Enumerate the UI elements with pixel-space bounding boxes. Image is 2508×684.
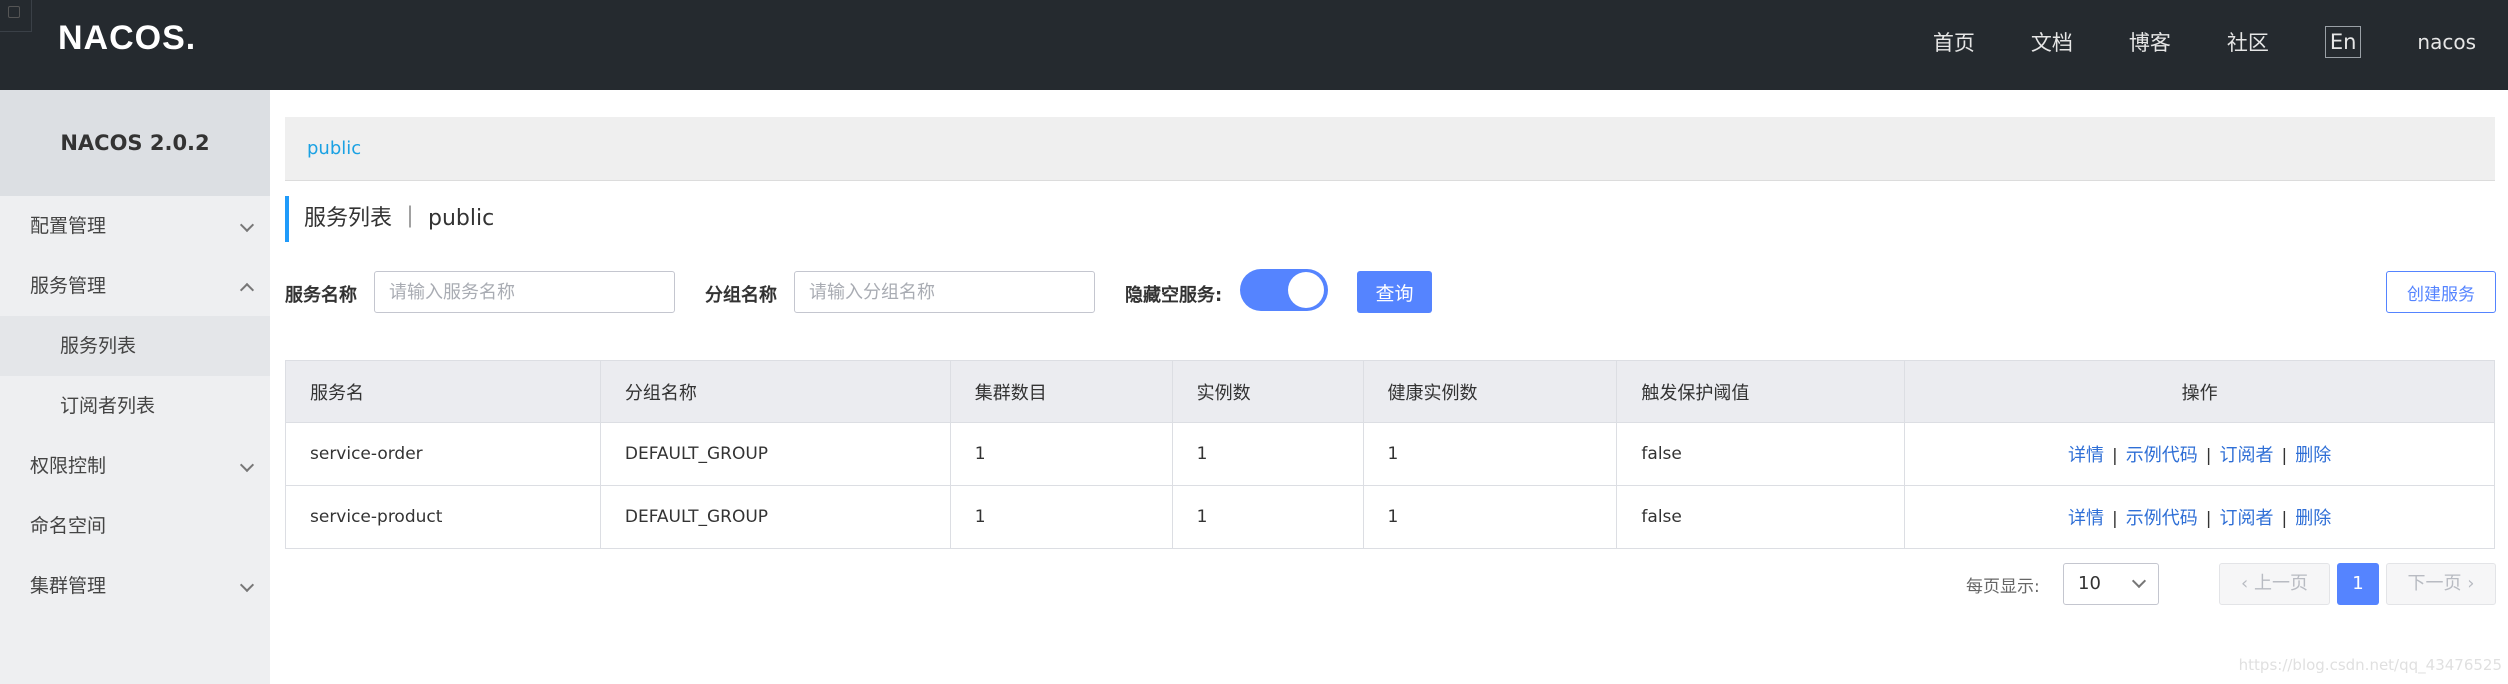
sidebar-item-label: 集群管理 xyxy=(30,575,107,597)
table-row: service-product DEFAULT_GROUP 1 1 1 fals… xyxy=(285,485,2495,549)
hide-empty-label: 隐藏空服务: xyxy=(1125,285,1223,306)
create-service-button[interactable]: 创建服务 xyxy=(2386,271,2496,313)
next-page-label: 下一页 xyxy=(2407,573,2462,594)
window-corner-icon xyxy=(0,0,32,32)
nav-blog[interactable]: 博客 xyxy=(2129,27,2171,57)
group-name-input[interactable] xyxy=(794,271,1095,313)
service-name-label: 服务名称 xyxy=(285,285,357,306)
chevron-right-icon: › xyxy=(2467,573,2475,594)
sample-code-link[interactable]: 示例代码 xyxy=(2126,445,2198,466)
column-header: 集群数目 xyxy=(950,360,1173,423)
breadcrumb-namespace[interactable]: public xyxy=(307,138,361,159)
nav-home[interactable]: 首页 xyxy=(1933,27,1975,57)
sidebar-item-subscribers[interactable]: 订阅者列表 xyxy=(0,376,270,436)
subscribers-link[interactable]: 订阅者 xyxy=(2220,445,2274,466)
protect-threshold-cell: false xyxy=(1616,422,1906,486)
prev-page-button[interactable]: ‹ 上一页 xyxy=(2219,563,2330,605)
separator: | xyxy=(2112,509,2118,529)
chevron-down-icon xyxy=(2131,573,2147,589)
sidebar-title: NACOS 2.0.2 xyxy=(0,90,270,196)
prev-page-label: 上一页 xyxy=(2253,573,2308,594)
column-header: 实例数 xyxy=(1172,360,1364,423)
cluster-count-cell: 1 xyxy=(950,422,1173,486)
healthy-count-cell: 1 xyxy=(1363,485,1618,549)
detail-link[interactable]: 详情 xyxy=(2068,445,2104,466)
nav-docs[interactable]: 文档 xyxy=(2031,27,2073,57)
sidebar-item-auth[interactable]: 权限控制 xyxy=(0,436,270,496)
separator: | xyxy=(2205,509,2212,529)
subscribers-link[interactable]: 订阅者 xyxy=(2220,508,2274,529)
table-header-row: 服务名 分组名称 集群数目 实例数 健康实例数 触发保护阈值 操作 xyxy=(285,360,2495,423)
service-name-cell: service-product xyxy=(285,485,601,549)
cluster-count-cell: 1 xyxy=(950,485,1173,549)
header-nav: 首页 文档 博客 社区 En nacos xyxy=(1933,0,2508,84)
nacos-logo[interactable]: NACOS. xyxy=(58,18,196,58)
next-page-button[interactable]: 下一页 › xyxy=(2386,563,2496,605)
chevron-left-icon: ‹ xyxy=(2241,573,2249,594)
separator: | xyxy=(2281,446,2288,466)
table-row: service-order DEFAULT_GROUP 1 1 1 false … xyxy=(285,422,2495,486)
sidebar-item-label: 订阅者列表 xyxy=(60,395,156,417)
group-name-label: 分组名称 xyxy=(705,285,777,306)
operations-cell: 详情 | 示例代码 | 订阅者 | 删除 xyxy=(1904,485,2495,549)
breadcrumb: public xyxy=(285,117,2495,181)
column-header: 操作 xyxy=(1904,360,2495,423)
delete-link[interactable]: 删除 xyxy=(2295,508,2331,529)
page-number-current[interactable]: 1 xyxy=(2337,563,2379,605)
column-header: 服务名 xyxy=(285,360,601,423)
column-header: 分组名称 xyxy=(600,360,951,423)
watermark: https://blog.csdn.net/qq_43476525 xyxy=(2238,656,2502,674)
chevron-down-icon xyxy=(239,577,255,593)
sidebar-item-label: 服务管理 xyxy=(30,275,107,297)
chevron-up-icon xyxy=(239,282,255,298)
separator: | xyxy=(2281,509,2288,529)
service-table: 服务名 分组名称 集群数目 实例数 健康实例数 触发保护阈值 操作 servic… xyxy=(285,360,2495,549)
language-switch[interactable]: En xyxy=(2324,26,2362,58)
detail-link[interactable]: 详情 xyxy=(2068,508,2104,529)
user-name[interactable]: nacos xyxy=(2417,30,2476,54)
separator: | xyxy=(2112,446,2118,466)
instance-count-cell: 1 xyxy=(1172,485,1364,549)
operations-cell: 详情 | 示例代码 | 订阅者 | 删除 xyxy=(1904,422,2495,486)
page-size-select[interactable]: 10 xyxy=(2063,563,2159,605)
sidebar-item-label: 命名空间 xyxy=(30,515,107,537)
sidebar-item-service-list[interactable]: 服务列表 xyxy=(0,316,270,376)
group-cell: DEFAULT_GROUP xyxy=(600,422,951,486)
column-header: 触发保护阈值 xyxy=(1616,360,1906,423)
sidebar-item-service[interactable]: 服务管理 xyxy=(0,256,270,316)
sidebar-item-label: 配置管理 xyxy=(30,215,107,237)
sidebar-item-cluster[interactable]: 集群管理 xyxy=(0,556,270,616)
sidebar-item-namespace[interactable]: 命名空间 xyxy=(0,496,270,556)
delete-link[interactable]: 删除 xyxy=(2295,445,2331,466)
sample-code-link[interactable]: 示例代码 xyxy=(2126,508,2198,529)
healthy-count-cell: 1 xyxy=(1363,422,1618,486)
logo-text: NACOS. xyxy=(58,18,197,57)
query-button[interactable]: 查询 xyxy=(1357,271,1432,313)
column-header: 健康实例数 xyxy=(1363,360,1618,423)
hide-empty-toggle[interactable] xyxy=(1240,269,1328,311)
service-name-cell: service-order xyxy=(285,422,601,486)
nav-community[interactable]: 社区 xyxy=(2227,27,2269,57)
toggle-knob xyxy=(1288,272,1324,308)
protect-threshold-cell: false xyxy=(1616,485,1906,549)
chevron-down-icon xyxy=(239,217,255,233)
group-cell: DEFAULT_GROUP xyxy=(600,485,951,549)
sidebar-item-config[interactable]: 配置管理 xyxy=(0,196,270,256)
sidebar: NACOS 2.0.2 配置管理 服务管理 服务列表 订阅者列表 权限控制 命名… xyxy=(0,90,270,684)
instance-count-cell: 1 xyxy=(1172,422,1364,486)
page-size-value: 10 xyxy=(2078,573,2101,594)
top-nav-bar: NACOS. 首页 文档 博客 社区 En nacos xyxy=(0,0,2508,90)
service-name-input[interactable] xyxy=(374,271,675,313)
page-size-label: 每页显示: xyxy=(1966,577,2040,597)
sidebar-item-label: 权限控制 xyxy=(30,455,107,477)
sidebar-item-label: 服务列表 xyxy=(60,335,137,357)
page-title: 服务列表 ｜ public xyxy=(285,196,494,242)
chevron-down-icon xyxy=(239,457,255,473)
separator: | xyxy=(2205,446,2212,466)
